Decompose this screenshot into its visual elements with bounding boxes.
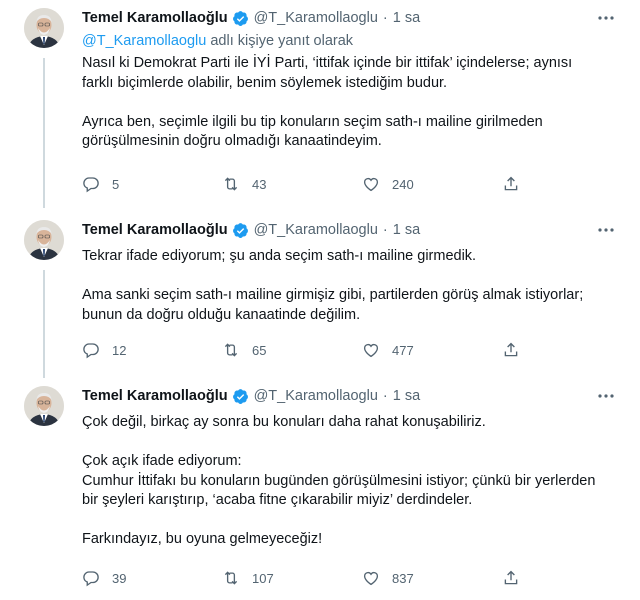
tweet-actions: 5 43 240: [82, 174, 532, 194]
like-icon: [363, 343, 379, 358]
reply-context-label: adlı kişiye yanıt olarak: [206, 33, 354, 49]
share-icon: [504, 570, 518, 585]
tweet-paragraph: Nasıl ki Demokrat Parti ile İYİ Parti, ‘…: [82, 55, 573, 91]
tweet-paragraph: Tekrar ifade ediyorum; şu anda seçim sat…: [82, 248, 477, 264]
retweet-button[interactable]: 43: [222, 175, 362, 193]
tweet-paragraph: Çok değil, birkaç ay sonra bu konuları d…: [82, 414, 486, 430]
tweet-actions: 12 65 477: [82, 340, 532, 360]
retweet-count: 107: [252, 570, 274, 586]
tweet-paragraph: Ama sanki seçim sath-ı mailine girmişiz …: [82, 287, 584, 323]
retweet-count: 65: [252, 342, 267, 358]
author-handle[interactable]: @T_Karamollaoglu: [254, 10, 378, 26]
share-icon: [504, 342, 518, 357]
tweet[interactable]: Temel Karamollaoğlu @T_Karamollaoglu · 1…: [0, 0, 640, 208]
reply-count: 39: [112, 570, 127, 586]
like-button[interactable]: 240: [362, 175, 502, 193]
like-icon: [363, 571, 379, 586]
share-button[interactable]: [502, 569, 532, 587]
like-count: 837: [392, 570, 414, 586]
verified-icon: [232, 222, 249, 239]
more-icon: [598, 228, 614, 232]
reply-button[interactable]: 5: [82, 175, 222, 193]
reply-context: @T_Karamollaoglu adlı kişiye yanıt olara…: [82, 32, 600, 51]
separator-dot: ·: [382, 10, 388, 26]
tweet-paragraph: Ayrıca ben, seçimle ilgili bu tip konula…: [82, 113, 543, 150]
reply-count: 12: [112, 342, 127, 358]
verified-icon: [232, 388, 249, 405]
timestamp[interactable]: 1 sa: [393, 388, 420, 404]
author-name[interactable]: Temel Karamollaoğlu: [82, 222, 228, 238]
like-icon: [363, 177, 379, 192]
share-icon: [504, 176, 518, 191]
verified-icon: [232, 10, 249, 27]
reply-icon: [83, 177, 99, 193]
reply-button[interactable]: 39: [82, 569, 222, 587]
tweet-actions: 39 107 837: [82, 568, 532, 588]
avatar[interactable]: [24, 220, 64, 260]
like-count: 240: [392, 176, 414, 192]
tweet-text: Çok değil, birkaç ay sonra bu konuları d…: [82, 413, 600, 550]
author-name[interactable]: Temel Karamollaoğlu: [82, 10, 228, 26]
share-button[interactable]: [502, 175, 532, 193]
more-icon: [598, 394, 614, 398]
tweet-text: Tekrar ifade ediyorum; şu anda seçim sat…: [82, 247, 600, 325]
reply-icon: [83, 343, 99, 359]
avatar[interactable]: [24, 8, 64, 48]
timestamp[interactable]: 1 sa: [393, 222, 420, 238]
tweet-paragraph: Çok açık ifade ediyorum: Cumhur İttifakı…: [82, 453, 596, 508]
author-handle[interactable]: @T_Karamollaoglu: [254, 388, 378, 404]
retweet-count: 43: [252, 176, 267, 192]
retweet-icon: [224, 177, 238, 191]
tweet[interactable]: Temel Karamollaoğlu @T_Karamollaoglu · 1…: [0, 212, 640, 374]
more-options-button[interactable]: [596, 386, 616, 406]
reply-mention-link[interactable]: @T_Karamollaoglu: [82, 33, 206, 49]
more-options-button[interactable]: [596, 220, 616, 240]
retweet-icon: [224, 571, 238, 585]
like-button[interactable]: 837: [362, 569, 502, 587]
tweet-paragraph: Farkındayız, bu oyuna gelmeyeceğiz!: [82, 531, 323, 547]
reply-count: 5: [112, 176, 120, 192]
avatar[interactable]: [24, 386, 64, 426]
separator-dot: ·: [382, 222, 388, 238]
share-button[interactable]: [502, 341, 532, 359]
reply-icon: [83, 571, 99, 587]
more-icon: [598, 16, 614, 20]
more-options-button[interactable]: [596, 8, 616, 28]
author-name[interactable]: Temel Karamollaoğlu: [82, 388, 228, 404]
timestamp[interactable]: 1 sa: [393, 10, 420, 26]
reply-button[interactable]: 12: [82, 341, 222, 359]
like-button[interactable]: 477: [362, 341, 502, 359]
tweet-text: Nasıl ki Demokrat Parti ile İYİ Parti, ‘…: [82, 54, 600, 152]
retweet-button[interactable]: 65: [222, 341, 362, 359]
like-count: 477: [392, 342, 414, 358]
retweet-button[interactable]: 107: [222, 569, 362, 587]
retweet-icon: [224, 343, 238, 357]
author-handle[interactable]: @T_Karamollaoglu: [254, 222, 378, 238]
tweet[interactable]: Temel Karamollaoğlu @T_Karamollaoglu · 1…: [0, 378, 640, 600]
separator-dot: ·: [382, 388, 388, 404]
